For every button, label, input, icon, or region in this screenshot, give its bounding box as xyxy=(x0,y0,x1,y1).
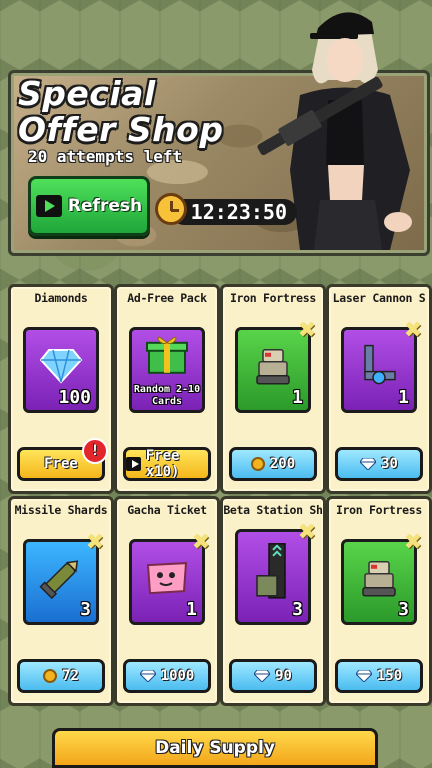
item-icon-tile: 100 xyxy=(23,327,99,413)
item-icon-tile: Random 2-10 Cards xyxy=(129,327,205,413)
shard-badge-icon: ✖ xyxy=(191,530,211,555)
price-label: 200 xyxy=(269,456,296,472)
gem-icon xyxy=(360,458,377,470)
missile-icon xyxy=(38,555,84,605)
item-icon-tile: ✖ 1 xyxy=(235,320,316,413)
item-icon-tile: ✖ 1 xyxy=(341,320,422,413)
shard-badge-icon: ✖ xyxy=(403,318,423,343)
price-label: 30 xyxy=(381,456,398,472)
shop-item-card[interactable]: Laser Cannon S ✖ 1 30 xyxy=(326,284,432,494)
countdown-timer: 12:23:50 xyxy=(155,193,297,229)
item-name: Iron Fortress xyxy=(329,503,429,525)
gem-icon xyxy=(355,670,372,682)
item-icon-tile: ✖ 3 xyxy=(235,522,316,625)
shop-item-card[interactable]: Missile Shards ✖ 3 72 xyxy=(8,496,114,706)
item-quantity: 1 xyxy=(186,599,197,620)
alarm-clock-icon xyxy=(155,193,187,225)
item-name: Ad-Free Pack xyxy=(117,291,217,313)
refresh-label: Refresh xyxy=(67,196,143,216)
robot-icon xyxy=(253,346,293,390)
daily-supply-button[interactable]: Daily Supply xyxy=(52,728,378,768)
price-label: Free xyxy=(44,456,78,472)
station-icon xyxy=(253,542,293,606)
shop-item-card[interactable]: Iron Fortress ✖ 3 150 xyxy=(326,496,432,706)
price-label: 72 xyxy=(62,668,79,684)
item-quantity: 3 xyxy=(80,599,91,620)
item-quantity: 1 xyxy=(398,387,409,408)
buy-button[interactable]: 72 xyxy=(17,659,105,693)
item-icon-tile: ✖ 3 xyxy=(23,532,104,625)
price-label: 1000 xyxy=(160,668,195,684)
price-label: 90 xyxy=(275,668,292,684)
shard-badge-icon: ✖ xyxy=(297,520,317,545)
timer-text: 12:23:50 xyxy=(171,199,297,225)
item-quantity: 100 xyxy=(58,387,91,408)
notification-badge: ! xyxy=(82,438,108,464)
item-quantity: 3 xyxy=(292,599,303,620)
item-quantity: 1 xyxy=(292,387,303,408)
shard-badge-icon: ✖ xyxy=(297,318,317,343)
robot-icon xyxy=(359,558,399,602)
item-name: Diamonds xyxy=(11,291,111,313)
video-ad-icon xyxy=(35,195,62,217)
shop-item-card[interactable]: Gacha Ticket ✖ 1 1000 xyxy=(114,496,220,706)
buy-button[interactable]: 90 xyxy=(229,659,317,693)
buy-button[interactable]: 30 xyxy=(335,447,423,481)
coin-icon xyxy=(250,457,265,471)
diamond-icon xyxy=(39,348,83,388)
buy-button[interactable]: Free! xyxy=(17,438,108,481)
gem-icon xyxy=(254,670,271,682)
item-name: Missile Shards xyxy=(11,503,111,525)
price-label: 150 xyxy=(376,668,403,684)
attempts-remaining: 20 attempts left xyxy=(28,147,183,166)
shop-item-card[interactable]: Ad-Free Pack Random 2-10 Cards Free x10) xyxy=(114,284,220,494)
laser-cannon-icon xyxy=(357,344,401,392)
price-label: Free x10) xyxy=(145,448,180,480)
shard-badge-icon: ✖ xyxy=(403,530,423,555)
ticket-icon xyxy=(146,561,188,599)
item-name: Laser Cannon S xyxy=(329,291,429,313)
item-name: Iron Fortress xyxy=(223,291,323,313)
item-label: Random 2-10 Cards xyxy=(133,384,201,407)
refresh-button[interactable]: Refresh xyxy=(28,176,150,236)
gift-box-icon xyxy=(145,335,189,379)
item-icon-tile: ✖ 3 xyxy=(341,532,422,625)
item-icon-tile: ✖ 1 xyxy=(129,532,210,625)
buy-button[interactable]: 150 xyxy=(335,659,423,693)
shop-title: Special Offer Shop xyxy=(18,74,224,149)
shop-item-card[interactable]: Beta Station Sh ✖ 3 90 xyxy=(220,496,326,706)
shop-item-card[interactable]: Diamonds 100 Free! xyxy=(8,284,114,494)
item-name: Gacha Ticket xyxy=(117,503,217,525)
shard-badge-icon: ✖ xyxy=(85,530,105,555)
video-ad-icon xyxy=(126,457,141,471)
shop-item-card[interactable]: Iron Fortress ✖ 1 200 xyxy=(220,284,326,494)
buy-button[interactable]: 200 xyxy=(229,447,317,481)
coin-icon xyxy=(43,669,58,683)
gem-icon xyxy=(139,670,156,682)
item-quantity: 3 xyxy=(398,599,409,620)
buy-button[interactable]: 1000 xyxy=(123,659,211,693)
buy-button[interactable]: Free x10) xyxy=(123,447,211,481)
